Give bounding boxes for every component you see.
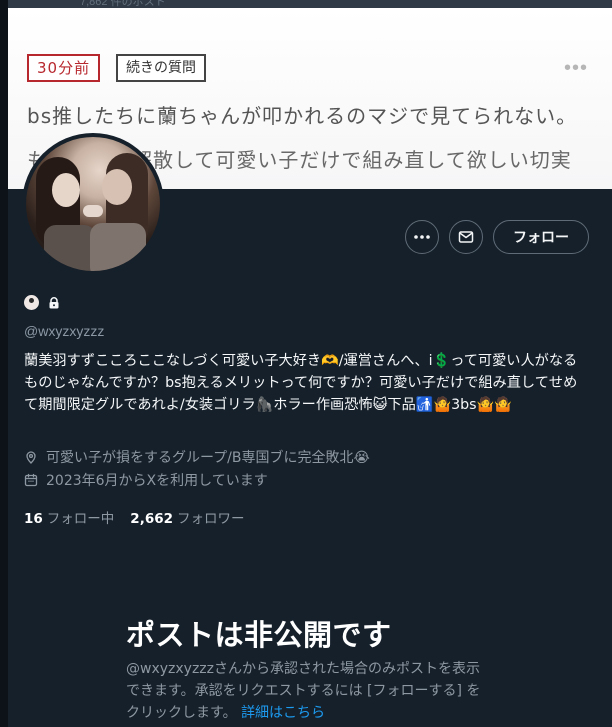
- joined-row: 2023年6月からXを利用しています: [24, 470, 268, 490]
- following-label: フォロー中: [46, 511, 115, 527]
- followers-label: フォロワー: [177, 511, 245, 527]
- avatar-body-right: [90, 223, 146, 271]
- left-edge-strip: [0, 0, 8, 727]
- avatar-face-left: [52, 173, 80, 207]
- profile-bio: 蘭美羽すずこころここなしづく可愛い子大好き🫶/運営さんへ、i💲って可愛い人がなる…: [24, 353, 578, 413]
- private-title: ポストは非公開です: [126, 618, 392, 652]
- following-stat[interactable]: 16 フォロー中: [24, 507, 114, 527]
- lock-icon: [49, 296, 59, 308]
- category-badge: 続きの質問: [116, 54, 206, 82]
- avatar-frame[interactable]: [22, 133, 164, 275]
- profile-stats: 16 フォロー中 2,662 フォロワー: [24, 507, 245, 527]
- location-text: 可愛い子が損をするグループ/B専国ブに完全敗北😭: [46, 450, 370, 466]
- profile-actions: フォロー: [405, 220, 589, 254]
- followers-count: 2,662: [130, 511, 173, 527]
- profile-page: 7,862 件のポスト 30分前 続きの質問 ••• bs推したちに蘭ちゃんが叩…: [0, 0, 612, 727]
- more-horizontal-icon: [414, 235, 430, 239]
- profile-name-row: [24, 295, 61, 310]
- mail-icon: [458, 231, 474, 243]
- avatar-body-left: [44, 225, 96, 271]
- avatar-face-right: [102, 169, 132, 205]
- learn-more-link[interactable]: 詳細はこちら: [241, 705, 325, 721]
- heart-hands-detail: [83, 205, 103, 217]
- message-button[interactable]: [449, 220, 483, 254]
- avatar[interactable]: [26, 137, 160, 271]
- more-button[interactable]: [405, 220, 439, 254]
- time-badge: 30分前: [27, 54, 101, 82]
- follow-button[interactable]: フォロー: [493, 220, 589, 254]
- private-description: @wxyzxyzzzさんから承認された場合のみポストを表示できます。承認をリクエ…: [126, 658, 482, 724]
- woman-icon: [24, 295, 39, 310]
- calendar-icon: [24, 473, 38, 487]
- top-bar: 7,862 件のポスト: [0, 0, 612, 8]
- location-row: 可愛い子が損をするグループ/B専国ブに完全敗北😭: [24, 447, 370, 467]
- followers-stat[interactable]: 2,662 フォロワー: [130, 507, 244, 527]
- joined-text: 2023年6月からXを利用しています: [46, 473, 268, 489]
- banner-text-line-1: bs推したちに蘭ちゃんが叩かれるのマジで見てられない。: [27, 104, 578, 128]
- more-horizontal-icon: •••: [563, 57, 588, 79]
- following-count: 16: [24, 511, 43, 527]
- location-pin-icon: [26, 451, 36, 464]
- profile-username: @wxyzxyzzz: [24, 323, 105, 339]
